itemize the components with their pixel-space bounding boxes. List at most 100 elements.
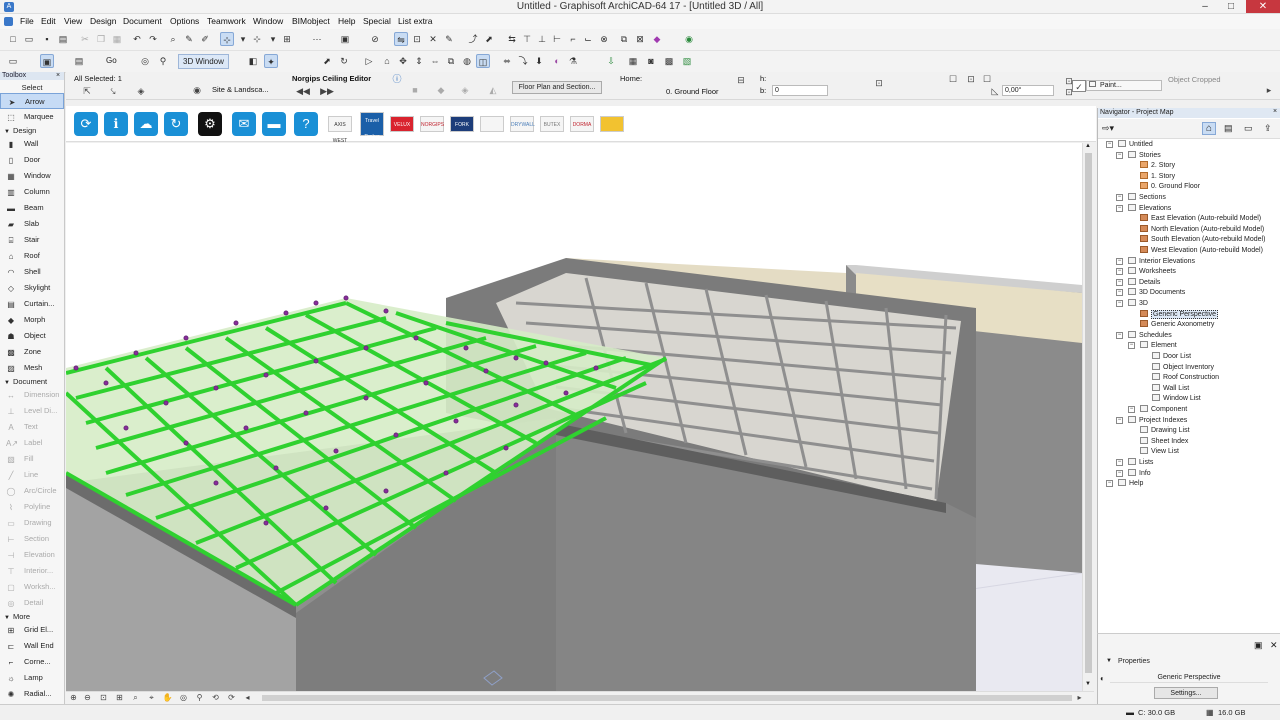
expand-toggle-icon[interactable]: − [1116, 469, 1123, 477]
3d-viewport[interactable] [66, 143, 1082, 691]
expand-toggle-icon[interactable]: − [1116, 300, 1123, 307]
elevate-icon[interactable]: ⇕ [412, 54, 426, 68]
delete-icon[interactable]: ▣ [1254, 640, 1263, 651]
collapse-arrow-icon[interactable]: ▼ [4, 129, 10, 135]
explode-icon[interactable]: ⊗ [597, 32, 611, 46]
expand-toggle-icon[interactable]: − [1116, 151, 1123, 159]
expand-toggle-icon[interactable]: − [1116, 459, 1123, 466]
scroll-up-icon[interactable]: ▲ [1085, 143, 1091, 149]
window-view-icon[interactable]: ▣ [40, 54, 54, 68]
layout-book-icon[interactable]: ▭ [1244, 123, 1253, 134]
tree-item[interactable]: Drawing List [1140, 426, 1190, 436]
menu-document[interactable]: Document [123, 16, 162, 26]
select-icon[interactable]: ⬈ [482, 32, 496, 46]
dropdown-icon[interactable]: ▾ [236, 32, 250, 46]
expand-toggle-icon[interactable]: − [1116, 268, 1123, 276]
connect-icon[interactable]: ⊠ [633, 32, 647, 46]
toolbox-item-wall-end[interactable]: ⊏ Wall End [0, 638, 64, 654]
navigator-close-icon[interactable]: × [1273, 108, 1277, 115]
tree-item[interactable]: − Interior Elevations [1116, 256, 1195, 267]
view-map-icon[interactable]: ▤ [1224, 123, 1233, 134]
toolbox-item-elevation[interactable]: ⊣ Elevation [0, 547, 64, 563]
menu-options[interactable]: Options [170, 16, 199, 26]
expand-toggle-icon[interactable]: − [1116, 257, 1123, 265]
logo-norgips[interactable]: NORGIPS [420, 116, 444, 132]
open-icon[interactable]: ▭ [22, 32, 36, 46]
zoom-in-icon[interactable]: ⊕ [68, 693, 79, 703]
photo-icon[interactable]: ▩ [662, 54, 676, 68]
logo-travel-timber[interactable]: Travel Timber [360, 112, 384, 140]
menu-design[interactable]: Design [90, 16, 116, 26]
zoom-out-icon[interactable]: ⊖ [82, 693, 93, 703]
split-icon[interactable]: ⊥ [535, 32, 549, 46]
copy-icon[interactable]: ❐ [94, 32, 108, 46]
horizontal-scrollbar[interactable] [262, 695, 1072, 701]
mirror-x-icon[interactable]: ⊡ [964, 73, 978, 85]
app-menu-icon[interactable] [4, 17, 13, 26]
solid-ops-icon[interactable]: ⧉ [617, 32, 631, 46]
toolbox-item-label[interactable]: A↗ Label [0, 435, 64, 451]
publisher-icon[interactable]: ⇪ [1264, 123, 1272, 134]
tree-item[interactable]: Generic Perspective [1140, 309, 1219, 320]
tree-item[interactable]: − Component [1128, 405, 1187, 415]
menu-special[interactable]: Special [363, 16, 391, 26]
pick-up-icon[interactable]: ✎ [182, 32, 196, 46]
3d-style-icon[interactable]: ◧ [246, 54, 260, 68]
stretch-icon[interactable]: ◫ [476, 54, 490, 68]
menu-edit[interactable]: Edit [41, 16, 56, 26]
toolbox-section-more[interactable]: ▼ More [0, 611, 64, 622]
tree-item[interactable]: − 3D [1116, 299, 1148, 309]
toolbox-item-arrow[interactable]: ➤ Arrow [0, 93, 64, 109]
dropdown-icon[interactable]: ▾ [266, 32, 280, 46]
toolbox-item-marquee[interactable]: ⬚ Marquee [0, 109, 64, 125]
menu-teamwork[interactable]: Teamwork [207, 16, 246, 26]
cross-icon[interactable]: ✕ [426, 32, 440, 46]
expand-toggle-icon[interactable]: − [1106, 141, 1113, 148]
toolbox-item-fill[interactable]: ▧ Fill [0, 451, 64, 467]
toolbox-item-door[interactable]: ▯ Door [0, 152, 64, 168]
toolbox-item-roof[interactable]: ⌂ Roof [0, 248, 64, 264]
expand-toggle-icon[interactable]: − [1116, 331, 1123, 339]
toolbox-item-detail[interactable]: ◎ Detail [0, 595, 64, 611]
cloud-icon[interactable]: ☁ [134, 112, 158, 136]
toolbox-item-wall[interactable]: ▮ Wall [0, 136, 64, 152]
site-landscape-button[interactable]: Site & Landsca... [212, 85, 269, 94]
print-icon[interactable]: ▤ [56, 32, 70, 46]
expand-toggle-icon[interactable]: − [1116, 289, 1123, 297]
toolbox-item-corner-window[interactable]: ⌐ Corne... [0, 654, 64, 670]
floor-plan-section-button[interactable]: Floor Plan and Section... [512, 81, 602, 94]
cut-icon[interactable]: ✂ [78, 32, 92, 46]
next-zoom-icon[interactable]: ⟳ [226, 693, 237, 703]
toolbox-item-worksheet[interactable]: ▢ Worksh... [0, 579, 64, 595]
copy-pattern-icon[interactable]: ⧉ [444, 54, 458, 68]
tree-item[interactable]: − Project Indexes [1116, 415, 1187, 426]
lock-icon[interactable]: ⊘ [368, 32, 382, 46]
logo-butex[interactable]: BUTEX [540, 116, 564, 132]
home-icon[interactable]: ⌂ [380, 54, 394, 68]
home-story-value[interactable]: 0. Ground Floor [666, 87, 719, 96]
zoom-fit-icon[interactable]: ⌖ [146, 693, 157, 703]
help-icon[interactable]: ? [294, 112, 318, 136]
logo-yellow[interactable] [600, 116, 624, 132]
menu-file[interactable]: File [20, 16, 34, 26]
logo-axis-west[interactable]: AXIS WEST [328, 116, 352, 144]
pencil-icon[interactable]: ✎ [442, 32, 456, 46]
angle-field[interactable]: 0,00° [1002, 85, 1054, 96]
anchor-icon[interactable]: ⊡ [872, 77, 886, 89]
tree-item[interactable]: 2. Story [1140, 161, 1175, 171]
inject-icon[interactable]: ✐ [198, 32, 212, 46]
info-icon[interactable]: ⓘ [390, 73, 404, 85]
frame-icon[interactable]: ▦ [626, 54, 640, 68]
offset-icon[interactable]: ⇆ [505, 32, 519, 46]
select-mode-icon[interactable]: ⇱ [80, 85, 94, 97]
logo-fork[interactable]: FORK [450, 116, 474, 132]
expand-toggle-icon[interactable]: − [1116, 278, 1123, 286]
toolbox-close-icon[interactable]: × [56, 72, 60, 79]
infobox-options-icon[interactable]: ▸ [1262, 84, 1276, 96]
layer-eye-icon[interactable]: ◉ [190, 84, 204, 96]
tree-item[interactable]: − Stories [1116, 150, 1161, 161]
bimx-icon[interactable]: ▧ [680, 54, 694, 68]
next-arrow-icon[interactable]: ▶▶ [320, 85, 334, 97]
magnify-icon[interactable]: ⌕ [130, 693, 141, 703]
offset-all-icon[interactable]: ⬌ [500, 54, 514, 68]
